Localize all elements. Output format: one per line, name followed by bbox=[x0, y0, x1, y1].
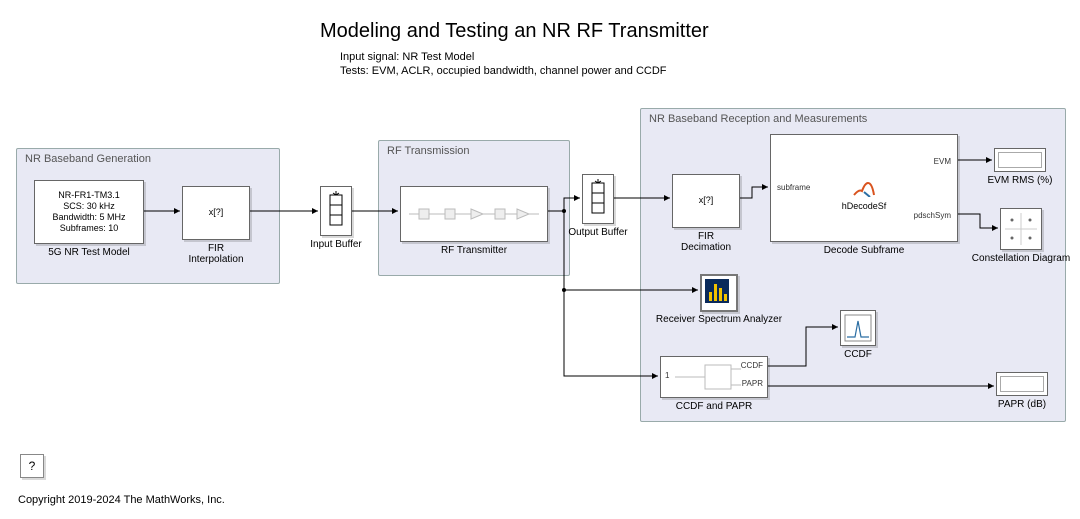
block-constellation-diagram-label: Constellation Diagram bbox=[951, 253, 1080, 264]
copyright-text: Copyright 2019-2024 The MathWorks, Inc. bbox=[18, 494, 225, 506]
group-baseband-generation-label: NR Baseband Generation bbox=[25, 153, 151, 165]
block-decode-subframe-label: Decode Subframe bbox=[794, 245, 934, 256]
rf-chain-icon bbox=[401, 187, 547, 241]
port-pdschsym: pdschSym bbox=[914, 211, 951, 220]
spectrum-icon bbox=[702, 276, 732, 306]
block-ccdf-and-papr-label: CCDF and PAPR bbox=[644, 401, 784, 412]
block-receiver-spectrum-analyzer-label: Receiver Spectrum Analyzer bbox=[649, 314, 789, 325]
matlab-fn-icon bbox=[771, 181, 957, 200]
block-decode-subframe[interactable]: subframe EVM pdschSym hDecodeSf Decode S… bbox=[770, 134, 958, 242]
block-ccdf-and-papr[interactable]: 1 CCDF PAPR CCDF and PAPR bbox=[660, 356, 768, 398]
ccdf-papr-inner-icon bbox=[661, 357, 767, 397]
port-evm: EVM bbox=[934, 157, 951, 166]
block-receiver-spectrum-analyzer[interactable]: Receiver Spectrum Analyzer bbox=[700, 274, 738, 312]
block-fir-interpolation[interactable]: x[?] FIR Interpolation bbox=[182, 186, 250, 240]
constellation-icon bbox=[1001, 209, 1041, 249]
page-subtitle: Input signal: NR Test Model Tests: EVM, … bbox=[340, 50, 667, 79]
block-fir-decimation[interactable]: x[?] FIR Decimation bbox=[672, 174, 740, 228]
block-output-buffer[interactable]: Output Buffer bbox=[582, 174, 614, 224]
block-constellation-diagram[interactable]: Constellation Diagram bbox=[1000, 208, 1042, 250]
block-5g-nr-test-model-text: NR-FR1-TM3.1 SCS: 30 kHz Bandwidth: 5 MH… bbox=[35, 181, 143, 243]
block-papr-display-label: PAPR (dB) bbox=[952, 399, 1080, 410]
help-button[interactable]: ? bbox=[20, 454, 44, 478]
block-input-buffer[interactable]: Input Buffer bbox=[320, 186, 352, 236]
buffer-icon bbox=[321, 187, 351, 235]
group-reception-label: NR Baseband Reception and Measurements bbox=[649, 113, 867, 125]
block-rf-transmitter[interactable]: RF Transmitter bbox=[400, 186, 548, 242]
block-ccdf-display-label: CCDF bbox=[788, 349, 928, 360]
block-fir-decimation-text: x[?] bbox=[673, 175, 739, 227]
group-rf-transmission-label: RF Transmission bbox=[387, 145, 470, 157]
block-ccdf-display[interactable]: CCDF bbox=[840, 310, 876, 346]
block-papr-display[interactable]: PAPR (dB) bbox=[996, 372, 1048, 396]
buffer-icon bbox=[583, 175, 613, 223]
block-rf-transmitter-label: RF Transmitter bbox=[404, 245, 544, 256]
block-decode-subframe-fn: hDecodeSf bbox=[771, 201, 957, 211]
block-evm-display[interactable]: EVM RMS (%) bbox=[994, 148, 1046, 172]
block-fir-interpolation-text: x[?] bbox=[183, 187, 249, 239]
block-input-buffer-label: Input Buffer bbox=[266, 239, 406, 250]
block-fir-decimation-label: FIR Decimation bbox=[636, 231, 776, 253]
block-fir-interpolation-label: FIR Interpolation bbox=[146, 243, 286, 265]
block-5g-nr-test-model-label: 5G NR Test Model bbox=[19, 247, 159, 258]
help-icon: ? bbox=[29, 459, 36, 473]
block-5g-nr-test-model[interactable]: NR-FR1-TM3.1 SCS: 30 kHz Bandwidth: 5 MH… bbox=[34, 180, 144, 244]
block-evm-display-label: EVM RMS (%) bbox=[950, 175, 1080, 186]
scope-icon bbox=[841, 311, 875, 345]
page-title: Modeling and Testing an NR RF Transmitte… bbox=[320, 20, 709, 43]
